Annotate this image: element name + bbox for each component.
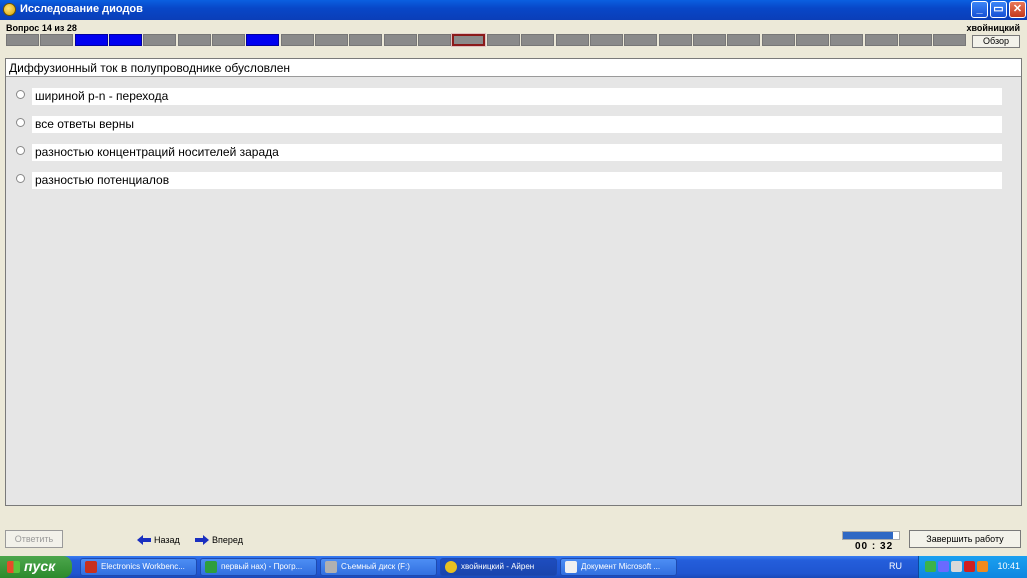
question-panel: Диффузионный ток в полупроводнике обусло… bbox=[5, 58, 1022, 506]
system-tray: 10:41 bbox=[918, 556, 1027, 578]
progress-segment[interactable] bbox=[658, 34, 692, 46]
radio-button[interactable] bbox=[16, 174, 25, 183]
progress-segment[interactable] bbox=[692, 34, 726, 46]
question-text: Диффузионный ток в полупроводнике обусло… bbox=[6, 59, 1021, 77]
progress-segment[interactable] bbox=[177, 34, 211, 46]
app-icon bbox=[3, 3, 16, 16]
finish-button[interactable]: Завершить работу bbox=[909, 530, 1021, 548]
progress-segment[interactable] bbox=[212, 34, 246, 46]
document-icon bbox=[565, 561, 577, 573]
radio-button[interactable] bbox=[16, 146, 25, 155]
progress-segment[interactable] bbox=[864, 34, 898, 46]
timer-progress-bar bbox=[842, 531, 900, 540]
start-label: пуск bbox=[24, 558, 56, 574]
progress-segment[interactable] bbox=[521, 34, 555, 46]
progress-segment[interactable] bbox=[280, 34, 314, 46]
program-icon bbox=[205, 561, 217, 573]
progress-segment[interactable] bbox=[383, 34, 417, 46]
timer-progress-fill bbox=[843, 532, 894, 539]
test-app-icon bbox=[445, 561, 457, 573]
antivirus-icon[interactable] bbox=[964, 561, 975, 572]
progress-segment[interactable] bbox=[795, 34, 829, 46]
answer-option[interactable]: разностью потенциалов bbox=[6, 172, 1021, 189]
progress-segment-answered[interactable] bbox=[74, 34, 108, 46]
user-name: хвойницкий bbox=[966, 23, 1020, 33]
answer-button[interactable]: Ответить bbox=[5, 530, 63, 548]
progress-segment-answered[interactable] bbox=[246, 34, 280, 46]
question-counter: Вопрос 14 из 28 bbox=[6, 23, 77, 33]
progress-segment[interactable] bbox=[727, 34, 761, 46]
progress-segment[interactable] bbox=[624, 34, 658, 46]
clock: 10:41 bbox=[997, 561, 1020, 571]
arrow-right-icon bbox=[195, 535, 209, 545]
progress-segment-answered[interactable] bbox=[109, 34, 143, 46]
timer: 00 : 32 bbox=[855, 541, 894, 552]
radio-button[interactable] bbox=[16, 90, 25, 99]
taskbar-item-label: первый нах) - Прогр... bbox=[221, 562, 303, 571]
back-label: Назад bbox=[154, 535, 180, 545]
taskbar-item-label: Съемный диск (F:) bbox=[341, 562, 410, 571]
progress-segment[interactable] bbox=[6, 34, 39, 46]
progress-segment[interactable] bbox=[933, 34, 967, 46]
window-title: Исследование диодов bbox=[20, 3, 143, 15]
progress-segment[interactable] bbox=[555, 34, 589, 46]
answer-option[interactable]: шириной p-n - перехода bbox=[6, 88, 1021, 105]
progress-segment-current[interactable] bbox=[451, 33, 487, 47]
answer-option[interactable]: разностью концентраций носителей зарада bbox=[6, 144, 1021, 161]
test-header: Вопрос 14 из 28 хвойницкий Обзор bbox=[0, 20, 1027, 56]
progress-segment[interactable] bbox=[40, 34, 74, 46]
update-icon[interactable] bbox=[977, 561, 988, 572]
progress-segment[interactable] bbox=[349, 34, 383, 46]
answer-option[interactable]: все ответы верны bbox=[6, 116, 1021, 133]
taskbar: пуск Electronics Workbenc... первый нах)… bbox=[0, 556, 1027, 578]
taskbar-item[interactable]: хвойницкий - Айрен bbox=[440, 558, 557, 576]
drive-icon bbox=[325, 561, 337, 573]
minimize-button[interactable]: _ bbox=[971, 1, 988, 18]
volume-icon[interactable] bbox=[951, 561, 962, 572]
progress-segment[interactable] bbox=[486, 34, 520, 46]
taskbar-item[interactable]: Съемный диск (F:) bbox=[320, 558, 437, 576]
forward-label: Вперед bbox=[212, 535, 243, 545]
taskbar-item[interactable]: Electronics Workbenc... bbox=[80, 558, 197, 576]
windows-logo-icon bbox=[7, 561, 20, 573]
progress-segment[interactable] bbox=[761, 34, 795, 46]
progress-segment[interactable] bbox=[898, 34, 932, 46]
taskbar-item-label: хвойницкий - Айрен bbox=[461, 562, 535, 571]
back-button[interactable]: Назад bbox=[137, 533, 180, 547]
progress-segment[interactable] bbox=[315, 34, 349, 46]
taskbar-item[interactable]: первый нах) - Прогр... bbox=[200, 558, 317, 576]
answer-option-label[interactable]: шириной p-n - перехода bbox=[32, 88, 1002, 105]
start-button[interactable]: пуск bbox=[0, 556, 72, 578]
answer-option-label[interactable]: разностью потенциалов bbox=[32, 172, 1002, 189]
close-button[interactable]: ✕ bbox=[1009, 1, 1026, 18]
answer-option-label[interactable]: разностью концентраций носителей зарада bbox=[32, 144, 1002, 161]
progress-segment[interactable] bbox=[589, 34, 623, 46]
question-progress-bar bbox=[6, 33, 968, 47]
network-icon[interactable] bbox=[925, 561, 936, 572]
progress-segment[interactable] bbox=[830, 34, 864, 46]
progress-segment[interactable] bbox=[143, 34, 177, 46]
review-button[interactable]: Обзор bbox=[972, 35, 1020, 48]
answer-option-label[interactable]: все ответы верны bbox=[32, 116, 1002, 133]
forward-button[interactable]: Вперед bbox=[195, 533, 243, 547]
workbench-icon bbox=[85, 561, 97, 573]
arrow-left-icon bbox=[137, 535, 151, 545]
taskbar-item[interactable]: Документ Microsoft ... bbox=[560, 558, 677, 576]
language-indicator[interactable]: RU bbox=[889, 561, 902, 571]
maximize-button[interactable]: ▭ bbox=[990, 1, 1007, 18]
taskbar-item-label: Документ Microsoft ... bbox=[581, 562, 661, 571]
window-titlebar[interactable]: Исследование диодов _ ▭ ✕ bbox=[0, 0, 1027, 20]
progress-segment[interactable] bbox=[418, 34, 452, 46]
radio-button[interactable] bbox=[16, 118, 25, 127]
taskbar-item-label: Electronics Workbenc... bbox=[101, 562, 185, 571]
monitor-icon[interactable] bbox=[938, 561, 949, 572]
